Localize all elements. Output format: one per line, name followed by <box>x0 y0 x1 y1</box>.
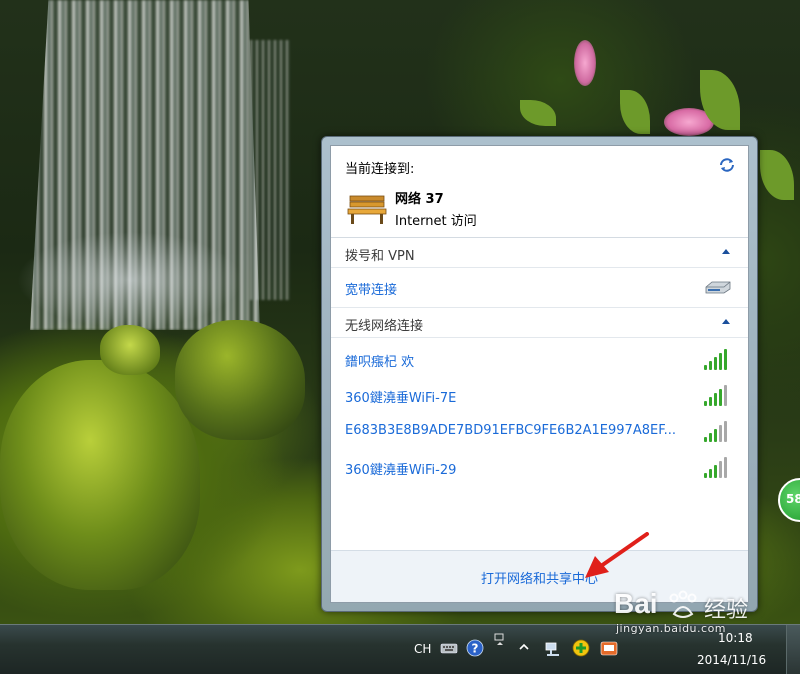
network-tray-icon[interactable] <box>544 641 562 659</box>
leaf <box>760 150 794 200</box>
wifi-network-label: 360鍵澆垂WiFi-29 <box>345 463 457 478</box>
network-flyout-panel: 当前连接到: 网络 37 Internet 访问 拨号和 VPN 宽带连接 无线… <box>330 145 749 603</box>
red-arrow-annotation <box>585 532 649 578</box>
public-network-bench-icon <box>347 195 387 224</box>
broadband-connection-item[interactable]: 宽带连接 <box>331 268 748 308</box>
network-name: 网络 37 <box>395 192 444 207</box>
watermark-url: jingyan.baidu.com <box>616 622 727 635</box>
show-hidden-icons-chevron-icon[interactable] <box>518 641 530 653</box>
waterfall-mist <box>0 200 300 340</box>
collapse-caret-icon[interactable] <box>722 249 730 254</box>
wifi-signal-icon <box>704 384 730 406</box>
leaf <box>620 90 650 134</box>
keyboard-icon[interactable] <box>440 639 458 657</box>
clock-date[interactable]: 2014/11/16 <box>697 653 766 667</box>
collapse-caret-icon[interactable] <box>722 319 730 324</box>
baidu-paw-icon <box>669 590 697 618</box>
pink-flower <box>574 40 596 86</box>
watermark-sub: 经验 <box>704 598 749 623</box>
wifi-network-label: 鐠呮瘬杞 欢 <box>345 355 415 370</box>
current-connection: 当前连接到: 网络 37 Internet 访问 <box>331 146 748 238</box>
wifi-network-item[interactable]: 鐠呮瘬杞 欢 <box>331 342 748 378</box>
wifi-network-item[interactable]: 360鍵澆垂WiFi-29 <box>331 450 748 486</box>
wifi-signal-icon <box>704 348 730 370</box>
broadband-connection-label: 宽带连接 <box>345 283 398 298</box>
connected-title: 当前连接到: <box>345 162 415 177</box>
wifi-network-item[interactable]: 360鍵澆垂WiFi-7E <box>331 378 748 414</box>
refresh-icon[interactable] <box>718 156 736 174</box>
mossy-rock <box>0 360 200 590</box>
wifi-signal-icon <box>704 420 730 442</box>
baidu-jingyan-watermark: Bai 经验 jingyan.baidu.com <box>614 588 794 638</box>
wifi-network-item[interactable]: E683B3E8B9ADE7BD91EFBC9FE6B2A1E997A8EF..… <box>331 414 748 450</box>
dial-vpn-header[interactable]: 拨号和 VPN <box>331 238 748 268</box>
modem-icon <box>705 281 731 294</box>
network-flyout: 当前连接到: 网络 37 Internet 访问 拨号和 VPN 宽带连接 无线… <box>321 136 758 612</box>
speed-ball-value: 58 <box>786 492 800 506</box>
wifi-signal-icon <box>704 456 730 478</box>
wifi-network-label: E683B3E8B9ADE7BD91EFBC9FE6B2A1E997A8EF..… <box>345 423 676 438</box>
help-icon[interactable]: ? <box>466 639 484 657</box>
language-indicator[interactable]: CH <box>414 642 431 656</box>
dial-vpn-title: 拨号和 VPN <box>345 249 415 264</box>
ime-options-icon[interactable] <box>494 633 506 647</box>
wireless-title: 无线网络连接 <box>345 319 424 334</box>
leaf <box>520 100 556 126</box>
app-tray-icon[interactable] <box>600 639 618 657</box>
mossy-rock <box>175 320 305 440</box>
watermark-brand: Bai <box>614 588 658 619</box>
security-plus-icon[interactable] <box>572 639 590 657</box>
open-network-sharing-center-link[interactable]: 打开网络和共享中心 <box>331 568 748 587</box>
svg-text:?: ? <box>472 642 479 656</box>
wifi-network-label: 360鍵澆垂WiFi-7E <box>345 391 457 406</box>
wireless-header[interactable]: 无线网络连接 <box>331 308 748 338</box>
network-access-status: Internet 访问 <box>395 214 477 229</box>
mossy-rock <box>100 325 160 375</box>
